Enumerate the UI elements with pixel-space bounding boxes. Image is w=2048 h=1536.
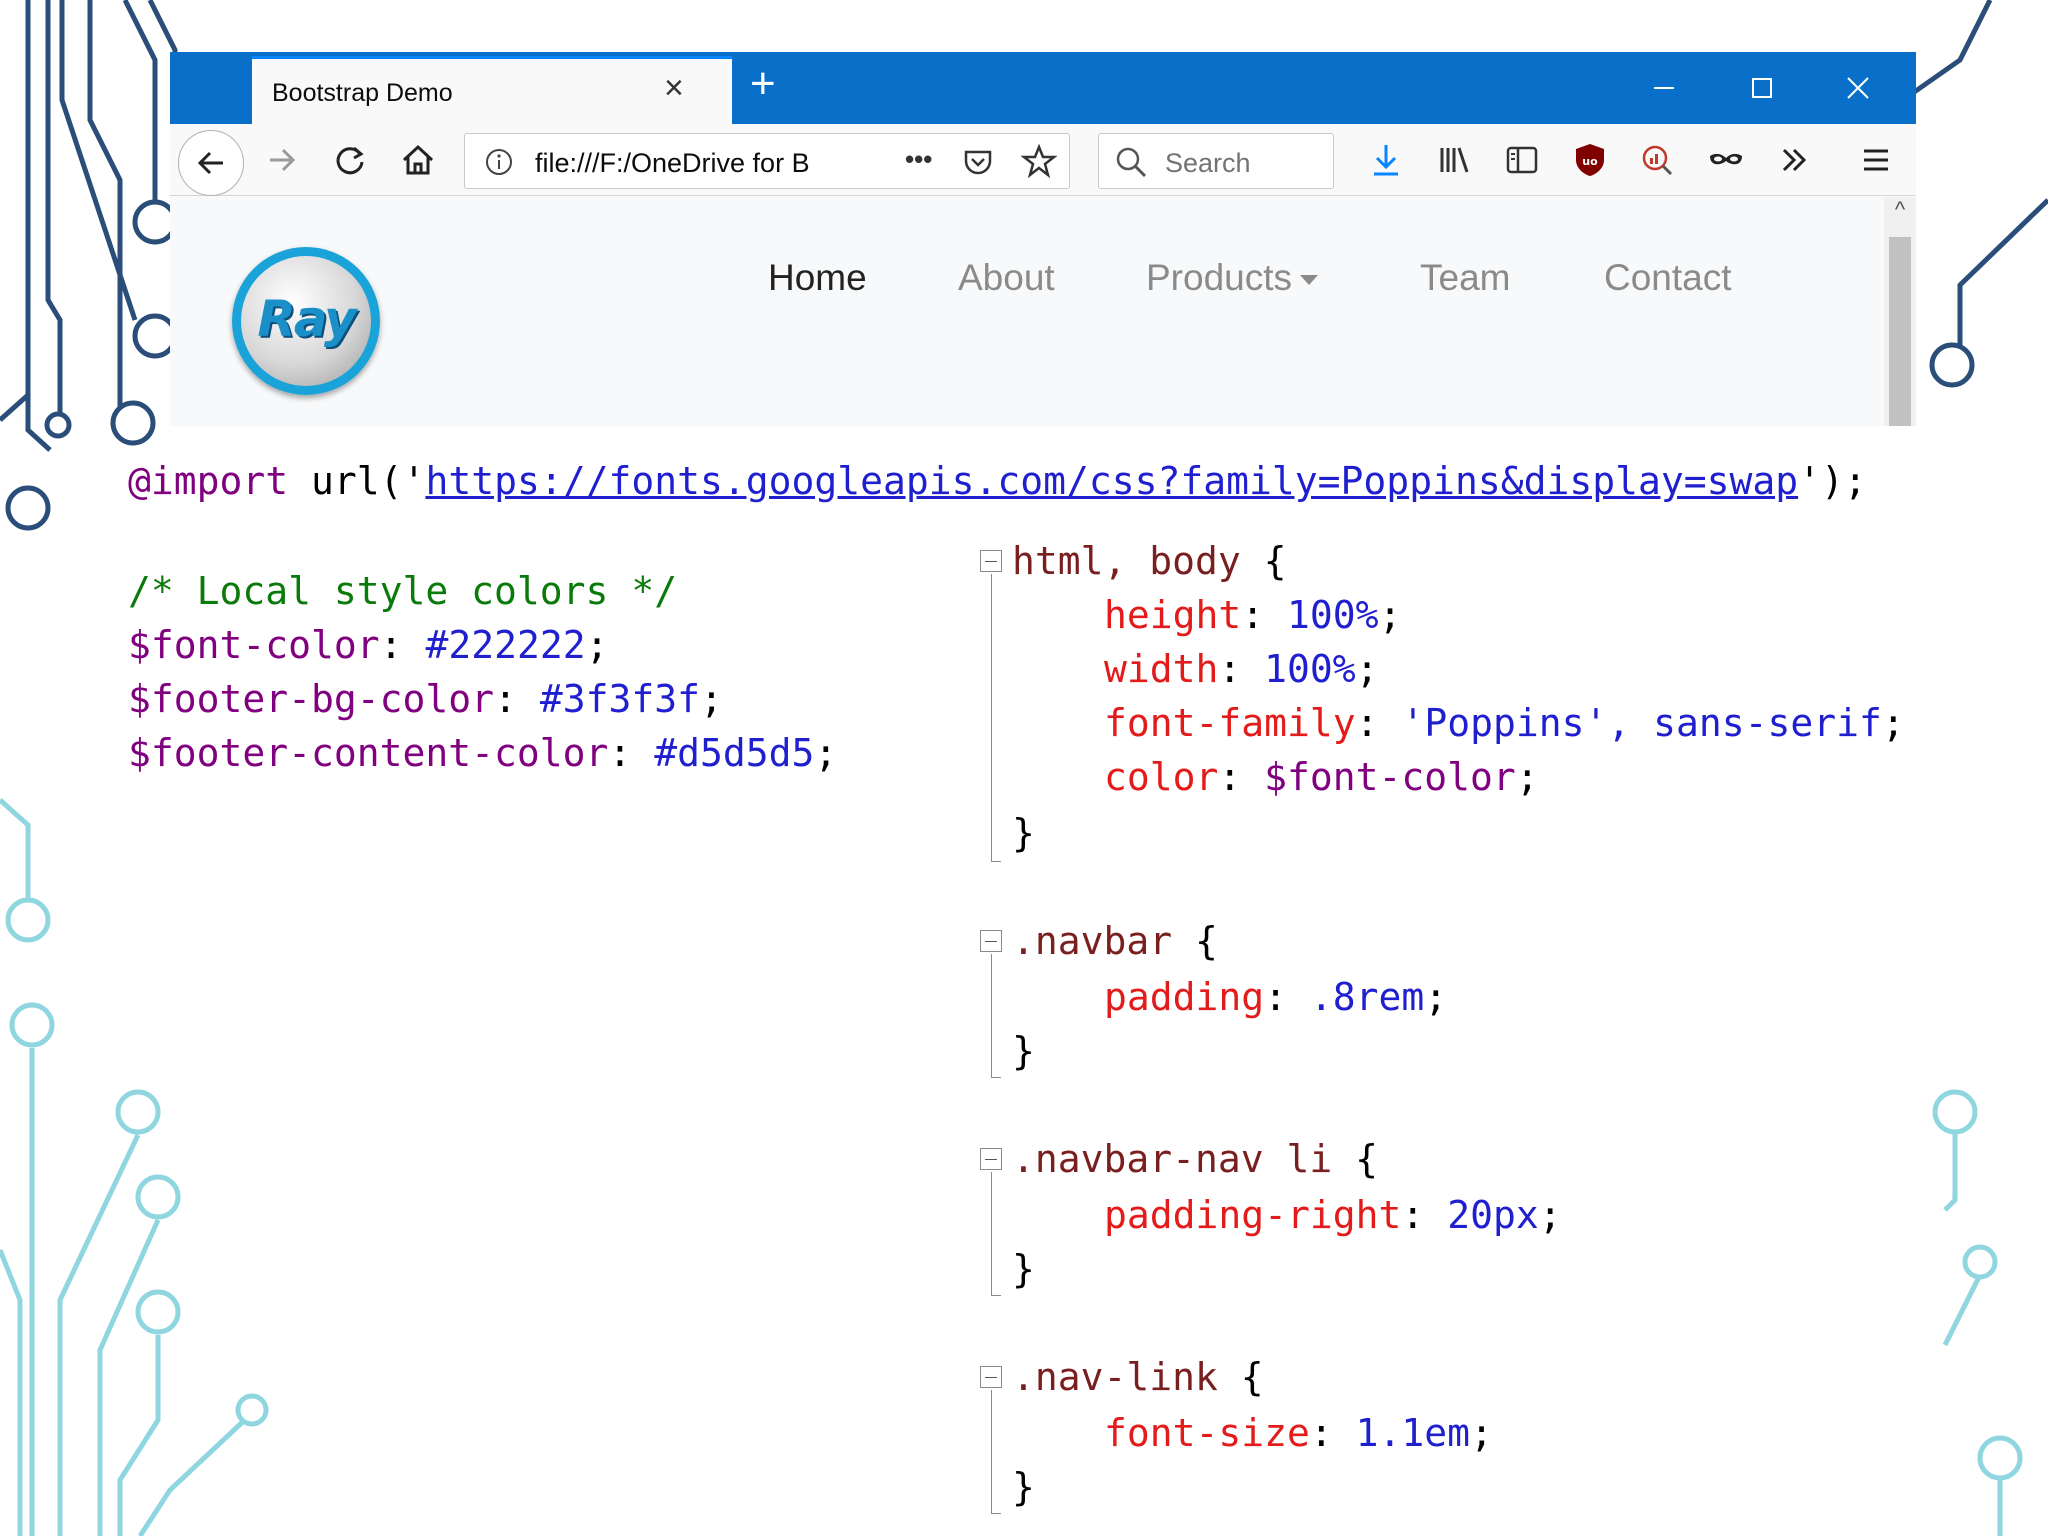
back-button[interactable] [178,130,244,196]
caret-down-icon [1300,275,1319,286]
variable-name: $font-color [128,623,380,667]
new-tab-button[interactable]: + [750,62,776,106]
variable-name: $footer-bg-color [128,677,495,721]
code-comment: /* Local style colors */ [128,569,678,613]
nav-toolbar: file:///F:/OneDrive for B ••• Search uo [170,124,1916,196]
ublock-shield-icon: uo [1576,144,1604,176]
rule-selector: .nav-link { [1012,1355,1264,1399]
rule-close-brace: } [1012,811,1035,855]
declaration: height: 100%; [1104,593,1402,637]
tab-title: Bootstrap Demo [272,79,453,107]
page-actions-icon[interactable]: ••• [905,144,932,175]
reload-button[interactable] [324,134,376,186]
close-icon [1847,77,1869,99]
declaration: padding-right: 20px; [1104,1193,1562,1237]
rule-close-brace: } [1012,1029,1035,1073]
import-url-link[interactable]: https://fonts.googleapis.com/css?family=… [425,459,1798,503]
rule-close-brace: } [1012,1465,1035,1509]
import-keyword: @import [128,459,289,503]
page-content: Ray Home About Products Team Contact ^ [170,197,1916,426]
declaration: padding: .8rem; [1104,975,1448,1019]
private-mask-button[interactable] [1700,134,1752,186]
variable-value: #3f3f3f [539,677,700,721]
rule-close-brace: } [1012,1247,1035,1291]
url-bar[interactable]: file:///F:/OneDrive for B ••• [464,133,1070,189]
forward-arrow-icon [270,148,296,172]
forward-button[interactable] [256,134,308,186]
back-arrow-icon [197,151,223,175]
variable-line: $footer-content-color: #d5d5d5; [128,731,838,775]
import-line: @import url('https://fonts.googleapis.co… [128,462,1867,500]
browser-window: Bootstrap Demo × + file:///F:/OneDrive f… [170,52,1916,426]
scroll-thumb[interactable] [1889,237,1911,426]
fold-guide [991,1172,1001,1296]
search-placeholder: Search [1165,148,1251,178]
downloads-button[interactable] [1360,134,1412,186]
tab-bootstrap-demo[interactable]: Bootstrap Demo × [252,56,732,124]
bookmark-star-icon[interactable] [1021,143,1057,179]
minimize-icon [1654,87,1674,89]
fold-guide [991,954,1001,1078]
search-icon [1116,147,1147,178]
variable-name: $footer-content-color [128,731,609,775]
declaration: color: $font-color; [1104,755,1539,799]
search-bar[interactable]: Search [1098,133,1334,189]
analytics-extension-button[interactable] [1632,134,1684,186]
close-window-button[interactable] [1838,68,1878,108]
fold-toggle[interactable] [980,1148,1002,1170]
rule-selector: html, body { [1012,539,1287,583]
site-logo[interactable]: Ray [232,247,380,395]
nav-home[interactable]: Home [768,257,867,299]
minimize-button[interactable] [1644,68,1684,108]
variable-line: $footer-bg-color: #3f3f3f; [128,677,723,721]
title-bar: Bootstrap Demo × + [170,52,1916,124]
rule-selector: .navbar { [1012,919,1218,963]
overflow-menu-button[interactable] [1768,134,1820,186]
info-icon [486,149,512,175]
nav-contact[interactable]: Contact [1604,257,1732,299]
import-func-open: url(' [288,459,426,503]
nav-products[interactable]: Products [1146,257,1319,299]
main-menu-button[interactable] [1850,134,1902,186]
url-fade [807,140,837,182]
variable-value: #d5d5d5 [654,731,815,775]
library-button[interactable] [1428,134,1480,186]
nav-team[interactable]: Team [1420,257,1510,299]
rule-selector: .navbar-nav li { [1012,1137,1379,1181]
tab-close-icon[interactable]: × [664,71,684,105]
library-icon [1440,147,1469,173]
maximize-icon [1752,78,1772,98]
nav-about[interactable]: About [958,257,1055,299]
fold-toggle[interactable] [980,1366,1002,1388]
maximize-button[interactable] [1742,68,1782,108]
fold-toggle[interactable] [980,550,1002,572]
chevron-double-right-icon [1782,148,1807,172]
pocket-icon[interactable] [961,145,995,179]
fold-guide [991,1390,1001,1514]
ublock-button[interactable]: uo [1564,134,1616,186]
declaration: font-size: 1.1em; [1104,1411,1493,1455]
mask-icon [1710,153,1742,165]
declaration: width: 100%; [1104,647,1379,691]
chart-magnifier-icon [1642,145,1673,176]
url-text[interactable]: file:///F:/OneDrive for B [535,148,810,179]
scrollbar[interactable]: ^ [1884,197,1916,426]
variable-line: $font-color: #222222; [128,623,609,667]
sidebar-button[interactable] [1496,134,1548,186]
home-icon [402,144,434,175]
logo-text: Ray [257,290,356,348]
fold-toggle[interactable] [980,930,1002,952]
home-button[interactable] [392,134,444,186]
import-func-close: '); [1798,459,1867,503]
download-icon [1374,145,1398,176]
hamburger-icon [1864,149,1888,171]
variable-value: #222222 [425,623,586,667]
reload-icon [336,146,364,175]
scroll-up-icon[interactable]: ^ [1884,197,1916,227]
svg-text:uo: uo [1582,155,1598,168]
fold-guide [991,574,1001,862]
nav-products-label: Products [1146,257,1293,298]
declaration: font-family: 'Poppins', sans-serif; [1104,701,1905,745]
sidebar-icon [1506,146,1538,174]
